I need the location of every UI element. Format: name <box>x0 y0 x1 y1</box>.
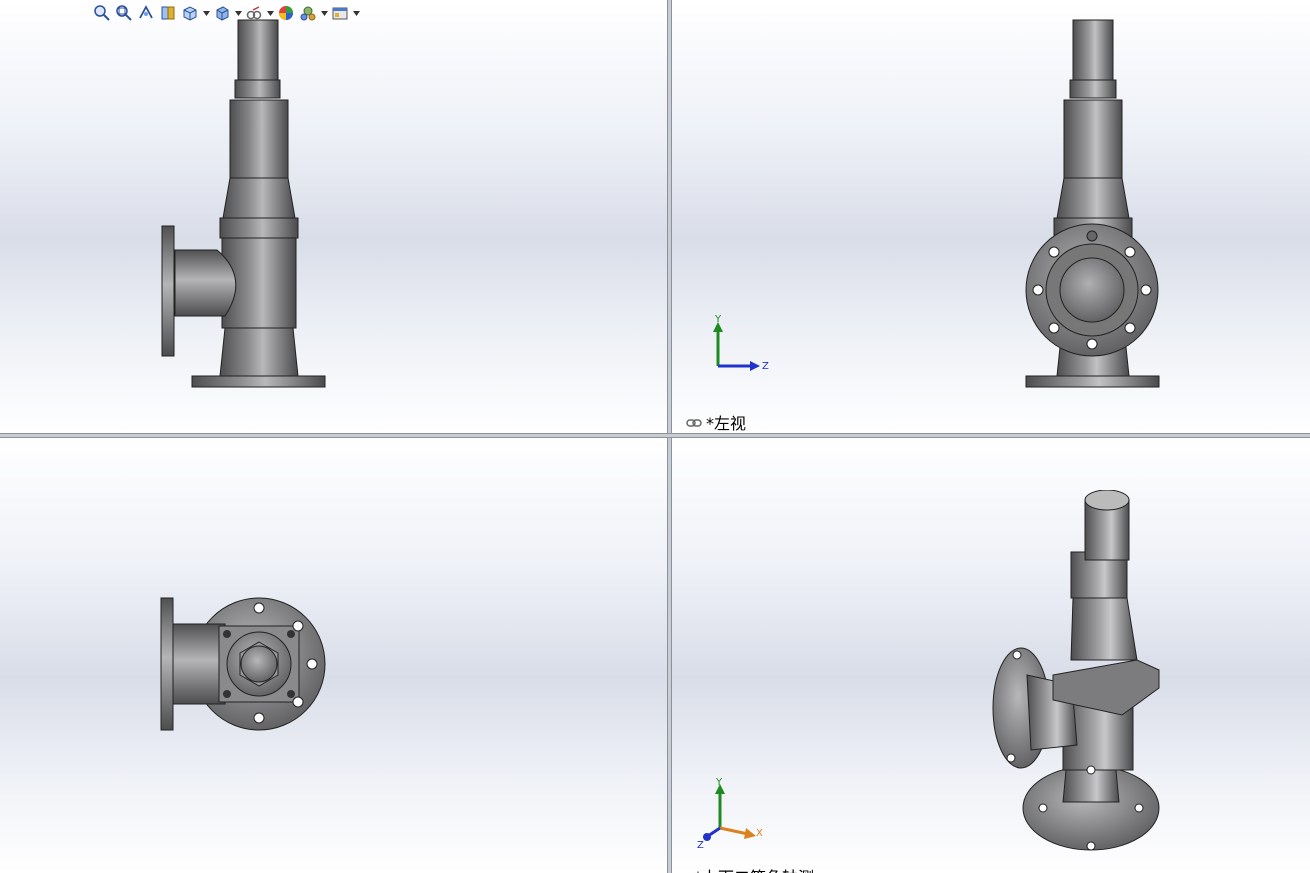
display-style-dropdown[interactable] <box>234 3 242 23</box>
triad-z-label: Z <box>762 361 769 372</box>
previous-view-icon[interactable] <box>136 3 156 23</box>
viewport-front[interactable] <box>0 0 667 433</box>
triad-z-label-iso: Z <box>697 840 704 851</box>
reference-triad: Y Z <box>710 314 770 374</box>
display-style-icon[interactable] <box>212 3 232 23</box>
triad-x-label-iso: X <box>756 828 763 839</box>
zoom-to-area-icon[interactable] <box>114 3 134 23</box>
valve-isometric-view <box>987 490 1177 860</box>
view-name-label: *左视 <box>686 410 746 433</box>
zoom-to-fit-icon[interactable] <box>92 3 112 23</box>
reference-triad-iso: Y X Z <box>696 778 766 853</box>
viewport-isometric[interactable]: Y X Z *上下二等角轴测 <box>672 438 1310 873</box>
edit-appearance-icon[interactable] <box>276 3 296 23</box>
section-view-icon[interactable] <box>158 3 178 23</box>
triad-y-label-iso: Y <box>715 778 723 788</box>
link-views-icon[interactable] <box>686 413 702 432</box>
view-name-text-iso: *上下二等角轴测 <box>694 864 814 873</box>
view-orientation-dropdown[interactable] <box>202 3 210 23</box>
view-name-text: *左视 <box>706 414 747 433</box>
hide-show-items-dropdown[interactable] <box>266 3 274 23</box>
valve-left-view <box>1024 18 1164 390</box>
hide-show-items-icon[interactable] <box>244 3 264 23</box>
viewport-top-view[interactable] <box>0 438 667 873</box>
viewport-left-view[interactable]: Y Z *左视 <box>672 0 1310 433</box>
valve-top-view <box>155 596 330 736</box>
apply-scene-icon[interactable] <box>298 3 318 23</box>
heads-up-view-toolbar <box>92 2 360 24</box>
view-settings-icon[interactable] <box>330 3 350 23</box>
valve-front-view <box>155 18 330 390</box>
view-orientation-icon[interactable] <box>180 3 200 23</box>
view-name-label-iso: *上下二等角轴测 <box>694 864 814 873</box>
apply-scene-dropdown[interactable] <box>320 3 328 23</box>
view-settings-dropdown[interactable] <box>352 3 360 23</box>
triad-y-label: Y <box>714 314 722 325</box>
